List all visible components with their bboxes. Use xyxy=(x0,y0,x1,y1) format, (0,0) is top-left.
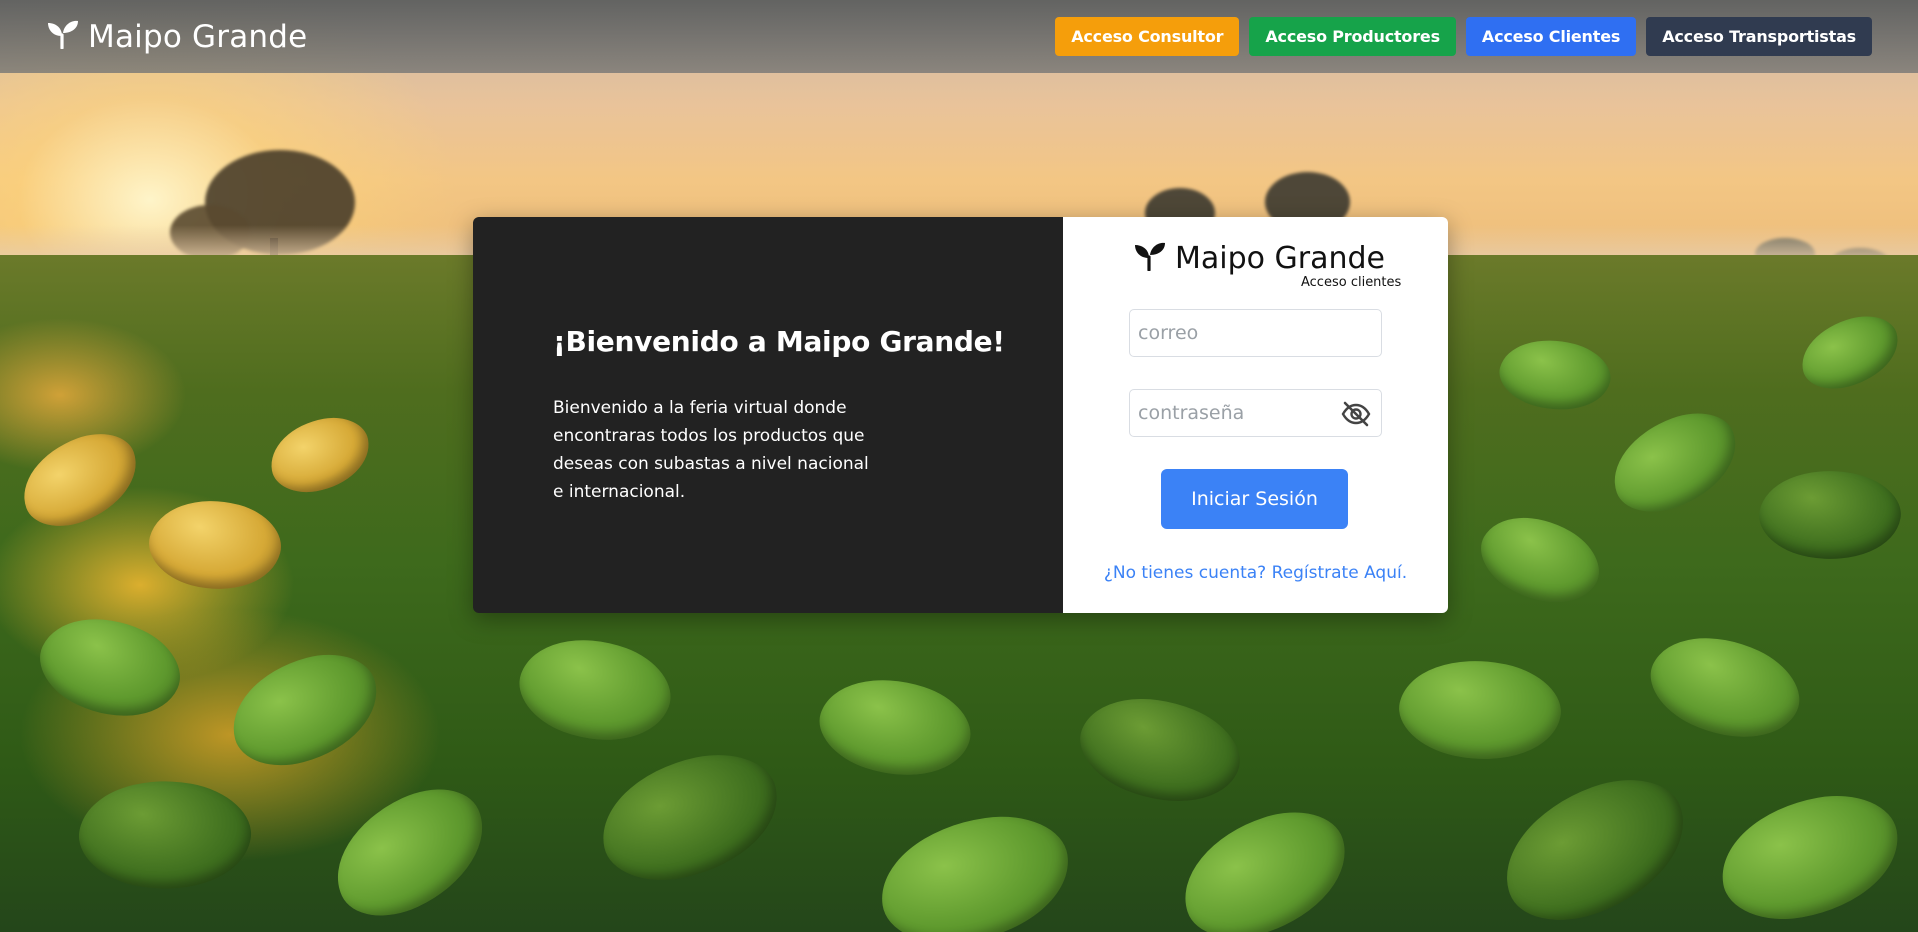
welcome-panel: ¡Bienvenido a Maipo Grande! Bienvenido a… xyxy=(473,217,1063,613)
navbar-brand[interactable]: Maipo Grande xyxy=(46,19,307,55)
acceso-transportistas-button[interactable]: Acceso Transportistas xyxy=(1646,17,1872,56)
login-brand-name: Maipo Grande xyxy=(1175,241,1386,276)
seedling-icon xyxy=(46,19,80,54)
email-input[interactable] xyxy=(1130,310,1381,356)
acceso-clientes-button[interactable]: Acceso Clientes xyxy=(1465,17,1637,56)
acceso-productores-button[interactable]: Acceso Productores xyxy=(1249,17,1456,56)
welcome-text: Bienvenido a la feria virtual donde enco… xyxy=(553,398,869,502)
login-submit-button[interactable]: Iniciar Sesión xyxy=(1161,469,1348,529)
email-field-wrapper xyxy=(1129,309,1382,357)
login-brand: Maipo Grande xyxy=(1133,241,1385,276)
login-card: ¡Bienvenido a Maipo Grande! Bienvenido a… xyxy=(473,217,1448,613)
password-field-wrapper xyxy=(1129,389,1382,437)
eye-slash-icon[interactable] xyxy=(1341,400,1371,428)
brand-name: Maipo Grande xyxy=(88,18,308,55)
login-form-panel: Maipo Grande Acceso clientes Iniciar Ses… xyxy=(1063,217,1448,613)
acceso-consultor-button[interactable]: Acceso Consultor xyxy=(1055,17,1240,56)
access-buttons: Acceso Consultor Acceso Productores Acce… xyxy=(1055,17,1872,56)
welcome-title: ¡Bienvenido a Maipo Grande! xyxy=(553,325,1005,358)
register-link[interactable]: ¿No tienes cuenta? Regístrate Aquí. xyxy=(1063,563,1448,583)
top-navbar: Maipo Grande Acceso Consultor Acceso Pro… xyxy=(0,0,1918,73)
login-subtitle: Acceso clientes xyxy=(1301,275,1402,290)
seedling-icon xyxy=(1133,241,1167,276)
